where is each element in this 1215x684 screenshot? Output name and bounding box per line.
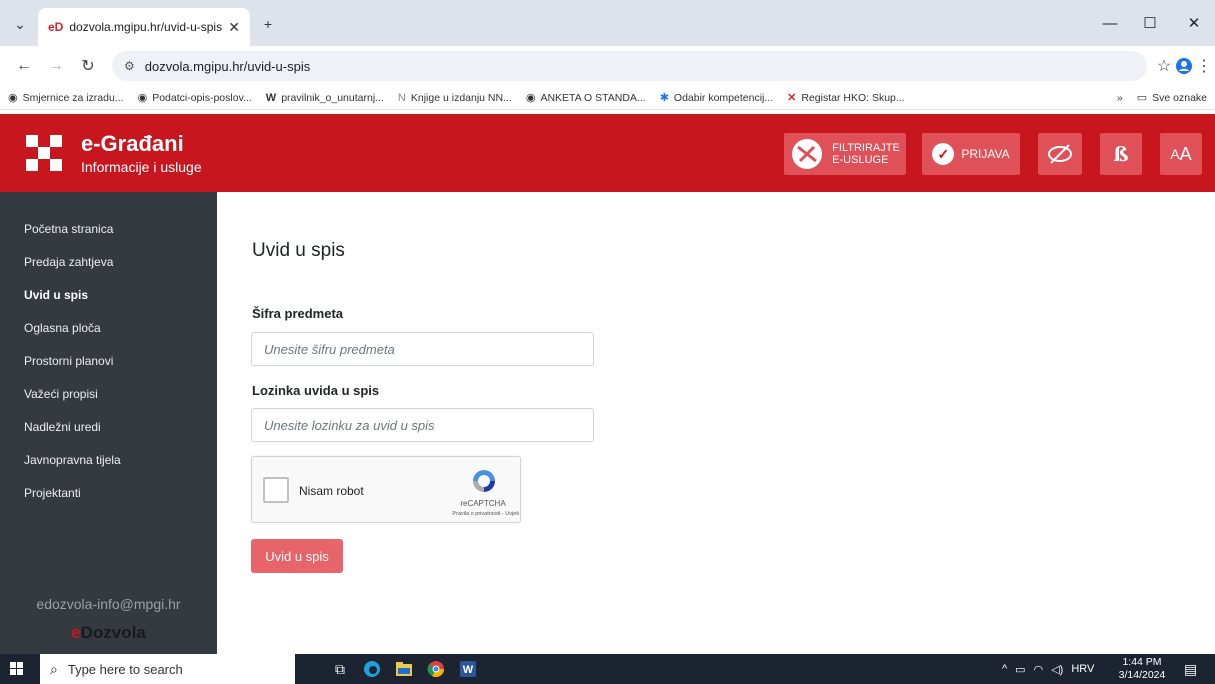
site-info-icon[interactable]: ⚙: [124, 59, 135, 73]
recaptcha-label: Nisam robot: [299, 484, 364, 498]
file-explorer-icon[interactable]: [394, 659, 414, 679]
bookmark-item[interactable]: ✕ Registar HKO: Skup...: [787, 91, 905, 105]
task-view-icon[interactable]: ⧉: [330, 659, 350, 679]
all-bookmarks-button[interactable]: ▭ Sve oznake: [1136, 91, 1207, 105]
view-case-button[interactable]: Uvid u spis: [251, 539, 343, 573]
bookmark-item[interactable]: ◉ ANKETA O STANDA...: [525, 91, 646, 105]
password-label: Lozinka uvida u spis: [252, 383, 380, 398]
filter-icon: [792, 139, 823, 169]
back-icon[interactable]: ←: [12, 54, 36, 78]
globe-icon: ◉: [8, 92, 18, 104]
sidebar-item-public-bodies[interactable]: Javnopravna tijela: [24, 453, 121, 467]
hide-visibility-button[interactable]: [1038, 133, 1082, 175]
sidebar-item-designers[interactable]: Projektanti: [24, 486, 81, 500]
clock-time: 1:44 PM: [1122, 656, 1162, 668]
login-label: PRIJAVA: [961, 147, 1010, 161]
clock[interactable]: 1:44 PM 3/14/2024: [1114, 656, 1170, 682]
edozvola-logo: eDozvola: [71, 623, 146, 642]
edge-browser-icon[interactable]: [362, 659, 382, 679]
new-tab-button[interactable]: +: [256, 12, 280, 36]
bookmark-item[interactable]: ◉ Podatci-opis-poslov...: [137, 91, 252, 105]
bookmark-item[interactable]: N Knjige u izdanju NN...: [398, 92, 512, 104]
recaptcha-widget: Nisam robot reCAPTCHA Pravila o privatno…: [251, 456, 521, 523]
globe-icon: ◉: [525, 92, 536, 104]
sidebar-item-notice-board[interactable]: Oglasna ploča: [24, 321, 101, 335]
word-icon[interactable]: W: [458, 659, 478, 679]
windows-start-icon[interactable]: [10, 662, 24, 676]
site-title[interactable]: e-Građani: [81, 131, 184, 157]
maximize-icon[interactable]: ☐: [1132, 10, 1168, 36]
notification-icon[interactable]: ▤: [1184, 661, 1197, 678]
site-header: e-Građani Informacije i usluge FILTRIRAJ…: [0, 114, 1215, 192]
browser-toolbar: ← → ↻ ⚙ dozvola.mgipu.hr/uvid-u-spis ☆ ⋮: [0, 46, 1215, 86]
sidebar-item-case-view[interactable]: Uvid u spis: [24, 288, 88, 302]
sidebar-item-regulations[interactable]: Važeći propisi: [24, 387, 98, 401]
check-icon: ✓: [932, 143, 955, 165]
system-tray: ^ ▭ ◠ ◁) HRV: [1002, 654, 1094, 684]
page-title: Uvid u spis: [252, 240, 345, 261]
support-email[interactable]: edozvola-info@mpgi.hr: [0, 596, 217, 612]
login-button[interactable]: ✓ PRIJAVA: [922, 133, 1020, 175]
font-size-button[interactable]: AA: [1160, 133, 1202, 175]
close-window-icon[interactable]: ✕: [1176, 10, 1212, 36]
case-code-label: Šifra predmeta: [252, 306, 344, 321]
browser-menu-icon[interactable]: ⋮: [1192, 54, 1215, 78]
font-small-icon: A: [1170, 146, 1180, 162]
clock-date: 3/14/2024: [1118, 669, 1166, 681]
site-subtitle: Informacije i usluge: [81, 159, 202, 175]
taskbar-search-placeholder: Type here to search: [67, 661, 183, 677]
sidebar-item-home[interactable]: Početna stranica: [24, 222, 113, 236]
svg-text:W: W: [463, 664, 474, 676]
bookmark-item[interactable]: ◉ Smjernice za izradu...: [8, 91, 124, 105]
tab-close-icon[interactable]: ✕: [228, 19, 240, 36]
dyslexia-font-button[interactable]: ß: [1100, 133, 1142, 175]
sidebar: Početna stranica Predaja zahtjeva Uvid u…: [0, 192, 217, 654]
chrome-icon[interactable]: [426, 659, 446, 679]
filter-label-line1: FILTRIRAJTE: [832, 142, 900, 154]
search-icon: ⌕: [50, 660, 58, 677]
bookmark-item[interactable]: ✱ Odabir kompetencij...: [659, 91, 773, 105]
password-input[interactable]: [251, 408, 594, 442]
more-bookmarks-button[interactable]: »: [1117, 92, 1123, 104]
sidebar-item-submit-request[interactable]: Predaja zahtjeva: [24, 255, 113, 269]
reload-icon[interactable]: ↻: [76, 54, 100, 78]
recaptcha-checkbox[interactable]: [263, 477, 289, 503]
sidebar-item-spatial-plans[interactable]: Prostorni planovi: [24, 354, 113, 368]
dyslexia-icon: ß: [1113, 142, 1129, 166]
nn-icon: N: [397, 91, 406, 104]
site-favicon-icon: eD: [48, 20, 64, 34]
filter-label-line2: E-USLUGE: [832, 154, 889, 166]
bookmarks-bar: ◉ Smjernice za izradu... ◉ Podatci-opis-po…: [0, 86, 1215, 110]
minimize-icon[interactable]: —: [1092, 10, 1128, 36]
recaptcha-logo-icon: [473, 470, 495, 492]
tray-chevron-icon[interactable]: ^: [1002, 663, 1007, 675]
taskbar-search[interactable]: ⌕ Type here to search: [40, 654, 295, 684]
address-bar[interactable]: ⚙ dozvola.mgipu.hr/uvid-u-spis: [112, 51, 1147, 81]
language-indicator[interactable]: HRV: [1071, 663, 1094, 675]
browser-tab[interactable]: eD dozvola.mgipu.hr/uvid-u-spis ✕: [38, 8, 250, 46]
volume-icon[interactable]: ◁): [1051, 663, 1063, 676]
x-icon: ✕: [787, 92, 797, 104]
browser-tabstrip: ⌄ eD dozvola.mgipu.hr/uvid-u-spis ✕ + — …: [0, 0, 1215, 46]
sidebar-item-offices[interactable]: Nadležni uredi: [24, 420, 101, 434]
font-large-icon: A: [1179, 143, 1192, 164]
windows-taskbar: ⌕ Type here to search ⧉ W ^ ▭ ◠ ◁) HRV 1…: [0, 654, 1215, 684]
wifi-icon[interactable]: ◠: [1034, 663, 1044, 676]
folder-icon: ▭: [1136, 92, 1148, 104]
url-text: dozvola.mgipu.hr/uvid-u-spis: [144, 58, 311, 74]
case-code-input[interactable]: [251, 332, 594, 366]
puzzle-icon: ✱: [659, 92, 669, 104]
forward-icon[interactable]: →: [44, 54, 68, 78]
bookmark-item[interactable]: Wpravilnik_o_unutarnj...: [266, 92, 384, 104]
w-icon: W: [265, 91, 277, 104]
tab-title: dozvola.mgipu.hr/uvid-u-spis: [69, 20, 223, 34]
recaptcha-brand: reCAPTCHA: [460, 499, 506, 508]
globe-icon: ◉: [137, 92, 148, 104]
tab-search-icon[interactable]: ⌄: [8, 12, 32, 36]
eye-off-icon: [1048, 144, 1072, 164]
filter-eservices-button[interactable]: FILTRIRAJTE E-USLUGE: [784, 133, 906, 175]
battery-icon[interactable]: ▭: [1015, 663, 1025, 676]
e-gradani-logo-icon[interactable]: [26, 135, 62, 171]
recaptcha-terms-link[interactable]: Pravila o privatnosti - Uvjeti: [424, 511, 519, 517]
